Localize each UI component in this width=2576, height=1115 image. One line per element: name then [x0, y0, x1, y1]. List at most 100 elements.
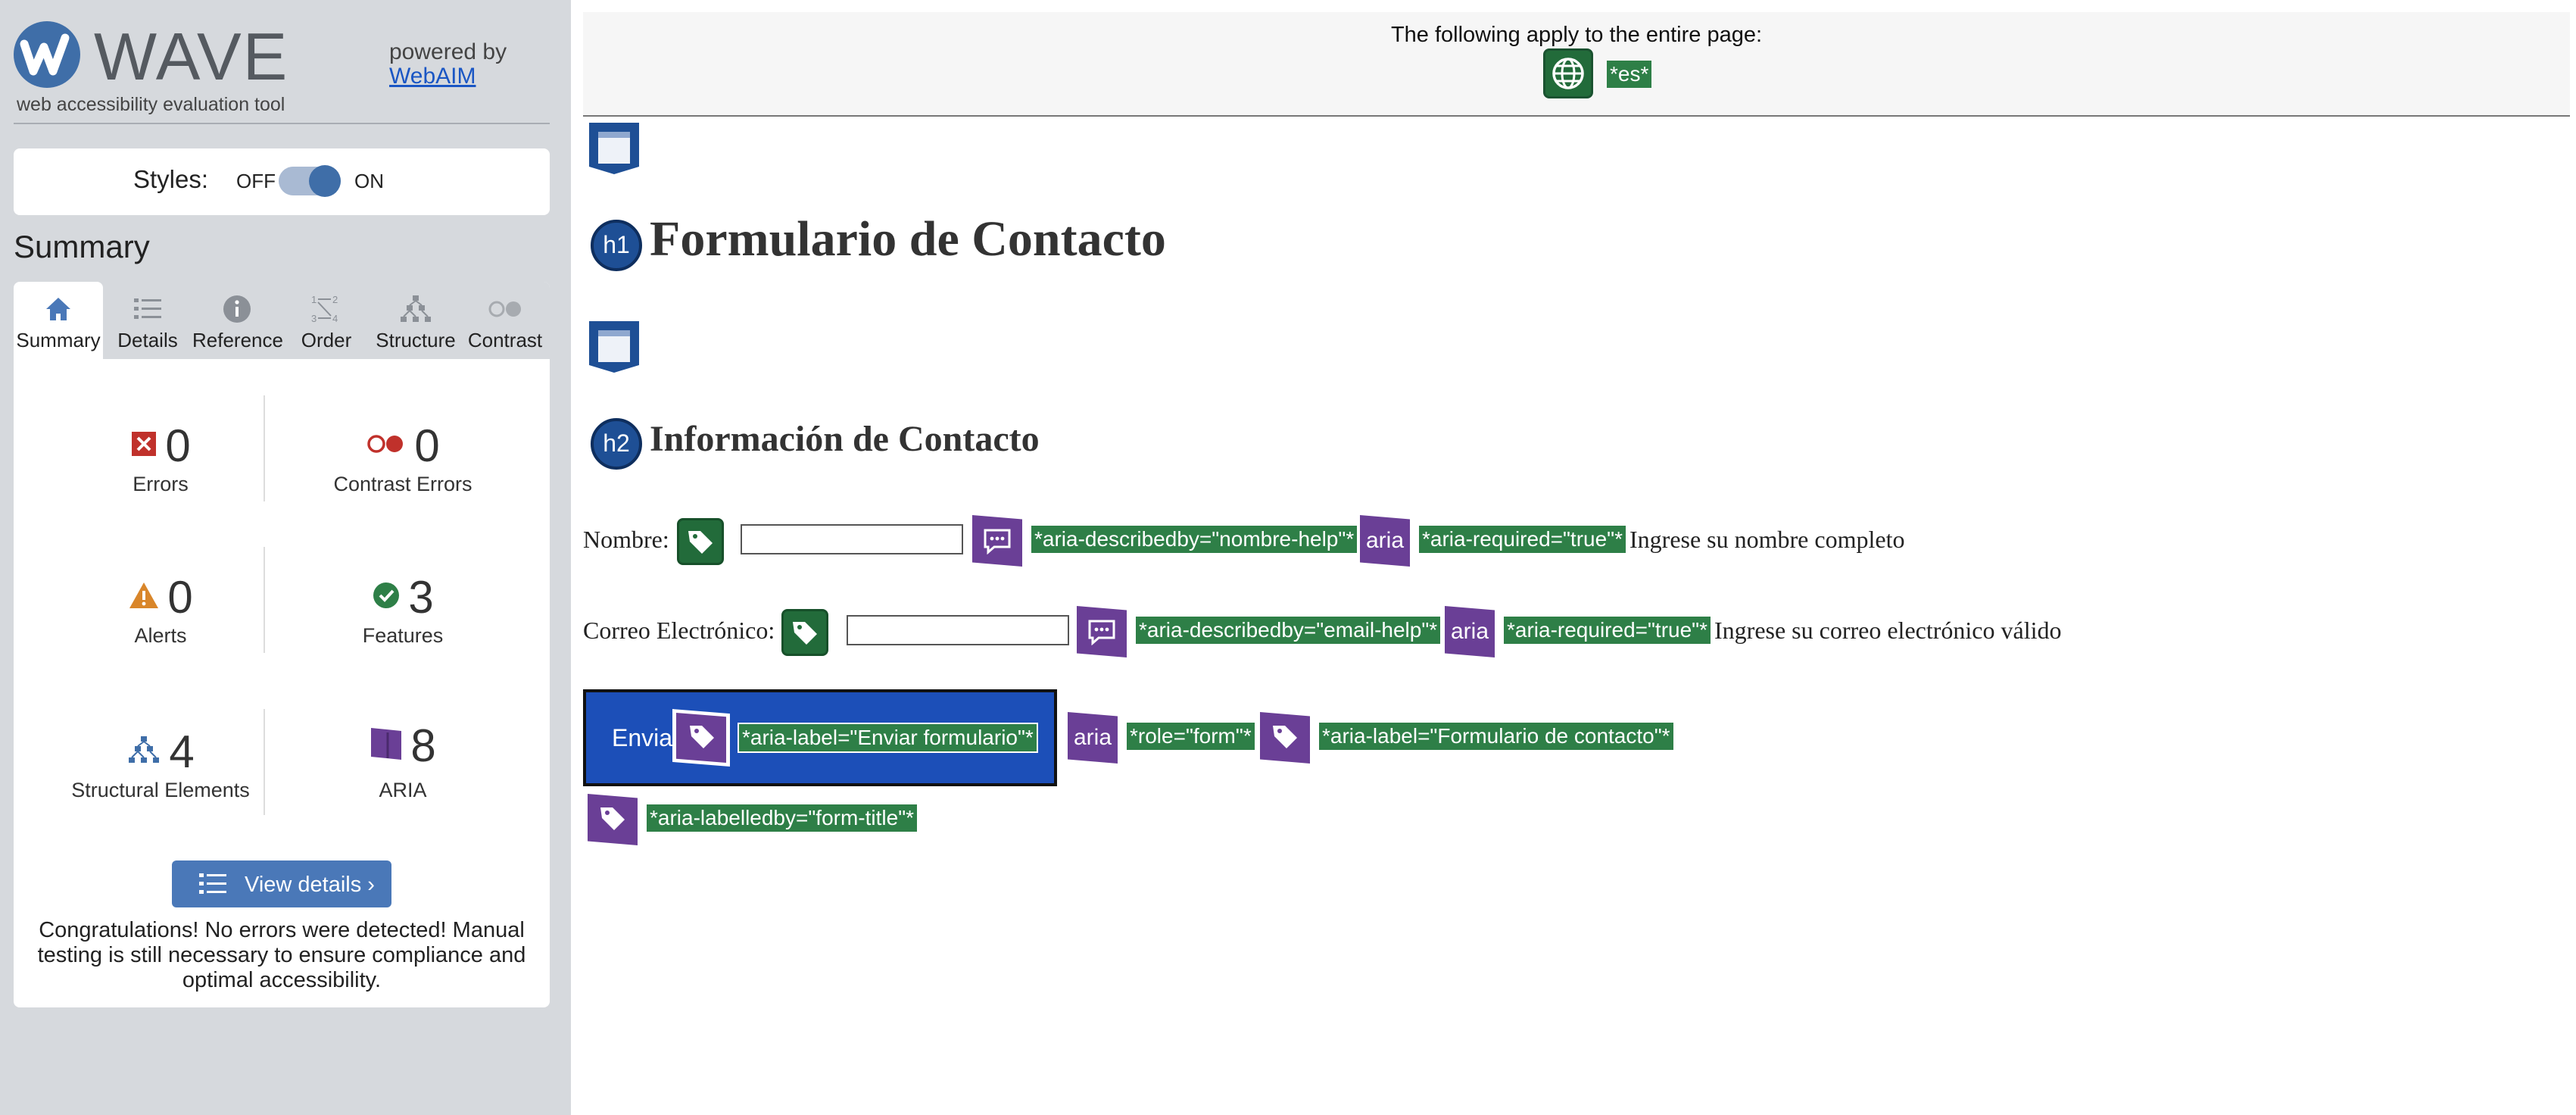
h2-badge-icon[interactable]: h2	[591, 418, 642, 470]
page-banner-text: The following apply to the entire page:	[1390, 23, 1763, 47]
metric-divider	[264, 547, 265, 653]
wave-tagline: web accessibility evaluation tool	[17, 94, 285, 115]
evaluated-page: The following apply to the entire page: …	[571, 0, 2576, 1115]
contrast-error-icon	[366, 433, 407, 459]
wave-header: WAVE web accessibility evaluation tool p…	[14, 17, 550, 124]
list-icon	[103, 292, 192, 326]
powered-by-label: powered by	[389, 39, 507, 64]
aria-label-tag: *aria-label="Enviar formulario"*	[738, 723, 1038, 753]
styles-toggle-panel: Styles: OFF ON	[14, 148, 550, 215]
region-landmark-icon[interactable]	[588, 320, 641, 374]
tab-summary[interactable]: Summary	[14, 282, 103, 359]
region-landmark-icon[interactable]	[588, 121, 641, 176]
aria-icon	[370, 726, 403, 765]
styles-label: Styles:	[133, 165, 209, 193]
structural-count: 4	[169, 726, 195, 777]
aria-badge-text: aria	[1073, 725, 1112, 750]
tab-order[interactable]: 1 2 3 4 Order	[282, 282, 371, 359]
aria-badge-icon[interactable]: aria	[1068, 712, 1118, 764]
view-details-button[interactable]: View details ›	[172, 860, 391, 907]
section-heading-h2: Información de Contacto	[650, 419, 1040, 459]
aria-badge-icon[interactable]: aria	[1445, 606, 1495, 657]
nombre-label: Nombre:	[583, 526, 669, 553]
svg-text:1: 1	[311, 294, 317, 305]
list-icon	[198, 871, 228, 903]
home-icon	[14, 292, 103, 326]
tab-label: Summary	[16, 329, 101, 351]
alerts-label: Alerts	[134, 624, 187, 647]
structural-label: Structural Elements	[71, 779, 250, 801]
tab-structure[interactable]: Structure	[371, 282, 460, 359]
alerts-count: 0	[167, 571, 193, 623]
svg-text:2: 2	[332, 294, 338, 305]
aria-badge-text: aria	[1450, 619, 1489, 644]
email-input[interactable]	[847, 615, 1069, 645]
errors-label: Errors	[133, 473, 189, 495]
contrast-icon	[460, 292, 550, 326]
metric-divider	[264, 709, 265, 815]
nombre-input[interactable]	[741, 524, 963, 554]
enviar-label: Enviar	[612, 724, 681, 751]
language-globe-icon[interactable]	[1543, 48, 1593, 98]
aria-describedby-icon[interactable]	[972, 515, 1022, 567]
congratulations-message: Congratulations! No errors were detected…	[37, 918, 526, 992]
feature-check-icon	[372, 581, 401, 614]
metric-divider	[264, 395, 265, 501]
aria-label-icon[interactable]	[672, 709, 730, 767]
summary-heading: Summary	[14, 229, 150, 264]
alert-icon	[128, 581, 160, 614]
aria-label-tag: *aria-label="Formulario de contacto"*	[1319, 723, 1673, 750]
email-help-text: Ingrese su correo electrónico válido	[1714, 617, 2062, 644]
features-label: Features	[362, 624, 444, 647]
tab-contrast[interactable]: Contrast	[460, 282, 550, 359]
styles-on-label: ON	[354, 170, 384, 192]
aria-labelledby-tag: *aria-labelledby="form-title"*	[647, 804, 918, 832]
info-icon	[192, 292, 282, 326]
features-count: 3	[408, 571, 434, 623]
tab-label: Structure	[376, 329, 456, 351]
order-icon: 1 2 3 4	[282, 292, 371, 326]
aria-count: 8	[410, 720, 436, 771]
aria-badge-icon[interactable]: aria	[1360, 515, 1410, 567]
tab-details[interactable]: Details	[103, 282, 192, 359]
aria-describedby-icon[interactable]	[1077, 606, 1127, 657]
aria-required-tag: *aria-required="true"*	[1419, 526, 1626, 553]
label-tag-icon[interactable]	[677, 518, 724, 565]
view-details-label: View details ›	[245, 873, 375, 897]
aria-labelledby-icon[interactable]	[588, 794, 638, 845]
styles-toggle-switch[interactable]	[279, 165, 341, 197]
svg-text:4: 4	[332, 313, 338, 324]
lang-attribute-tag: *es*	[1607, 61, 1652, 88]
aria-describedby-tag: *aria-describedby="email-help"*	[1136, 617, 1441, 644]
contrast-errors-count: 0	[414, 420, 440, 471]
svg-text:3: 3	[311, 313, 317, 324]
label-tag-icon[interactable]	[781, 609, 828, 656]
toggle-knob	[309, 165, 341, 197]
page-level-banner: The following apply to the entire page: …	[583, 12, 2570, 117]
webaim-link[interactable]: WebAIM	[389, 64, 476, 89]
wave-logo-icon	[14, 21, 80, 88]
h1-badge-icon[interactable]: h1	[591, 220, 642, 271]
hierarchy-icon	[371, 292, 460, 326]
error-icon	[130, 430, 157, 461]
page-title-h1: Formulario de Contacto	[650, 211, 1166, 267]
email-label: Correo Electrónico:	[583, 617, 775, 644]
structure-icon	[126, 735, 161, 769]
aria-label: ARIA	[379, 779, 427, 801]
contrast-errors-label: Contrast Errors	[333, 473, 472, 495]
tab-label: Order	[301, 329, 352, 351]
styles-off-label: OFF	[236, 170, 276, 192]
tab-label: Details	[117, 329, 178, 351]
tab-label: Reference	[192, 329, 283, 351]
aria-role-tag: *role="form"*	[1127, 723, 1255, 750]
aria-label-icon[interactable]	[1260, 712, 1310, 764]
wave-sidebar: WAVE web accessibility evaluation tool p…	[0, 0, 571, 1115]
errors-count: 0	[165, 420, 191, 471]
panel-tabs: Summary Details Reference 1 2 3 4 Order Str…	[14, 282, 550, 359]
aria-required-tag: *aria-required="true"*	[1504, 617, 1711, 644]
enviar-submit-button[interactable]: Enviar *aria-label="Enviar formulario"*	[583, 689, 1057, 786]
aria-badge-text: aria	[1365, 528, 1405, 553]
summary-panel: Summary Details Reference 1 2 3 4 Order Str…	[14, 282, 550, 1007]
aria-describedby-tag: *aria-describedby="nombre-help"*	[1031, 526, 1358, 553]
tab-reference[interactable]: Reference	[192, 282, 283, 359]
